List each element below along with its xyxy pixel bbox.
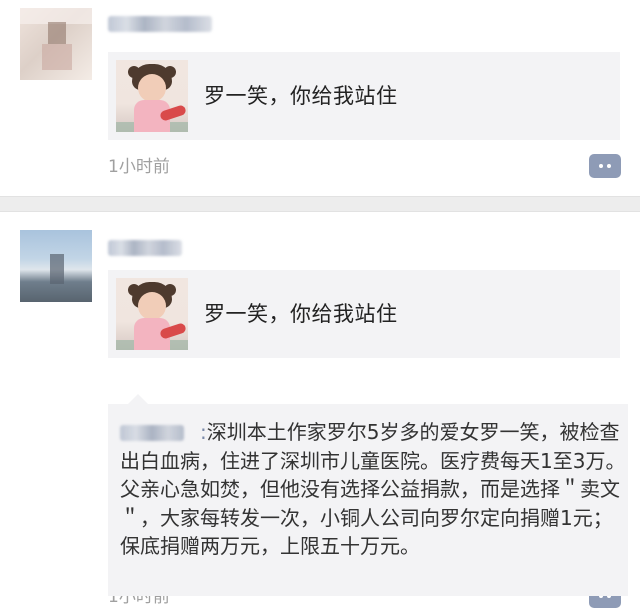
- comment-box: :深圳本土作家罗尔5岁多的爱女罗一笑，被检查出白血病，住进了深圳市儿童医院。医疗…: [108, 394, 628, 596]
- moments-feed: 罗一笑，你给我站住 1小时前 罗一笑，你给我站住 1小时前 :深圳本土作家罗尔5…: [0, 0, 640, 612]
- avatar[interactable]: [20, 230, 92, 302]
- feed-divider: [0, 196, 640, 212]
- link-title: 罗一笑，你给我站住: [204, 84, 398, 108]
- link-thumbnail: [116, 278, 188, 350]
- avatar[interactable]: [20, 8, 92, 80]
- shared-link-card[interactable]: 罗一笑，你给我站住: [108, 270, 620, 358]
- comment-dots-icon[interactable]: [589, 154, 621, 178]
- moment-post: 罗一笑，你给我站住 1小时前: [0, 0, 640, 196]
- user-name-blurred[interactable]: [108, 16, 212, 32]
- shared-link-card[interactable]: 罗一笑，你给我站住: [108, 52, 620, 140]
- user-name-blurred[interactable]: [108, 240, 182, 256]
- comment-body: 深圳本土作家罗尔5岁多的爱女罗一笑，被检查出白血病，住进了深圳市儿童医院。医疗费…: [120, 420, 626, 558]
- link-thumbnail: [116, 60, 188, 132]
- link-title: 罗一笑，你给我站住: [204, 302, 398, 326]
- comment-text[interactable]: :深圳本土作家罗尔5岁多的爱女罗一笑，被检查出白血病，住进了深圳市儿童医院。医疗…: [120, 418, 628, 561]
- post-time: 1小时前: [108, 157, 170, 177]
- comment-separator: :: [200, 420, 207, 444]
